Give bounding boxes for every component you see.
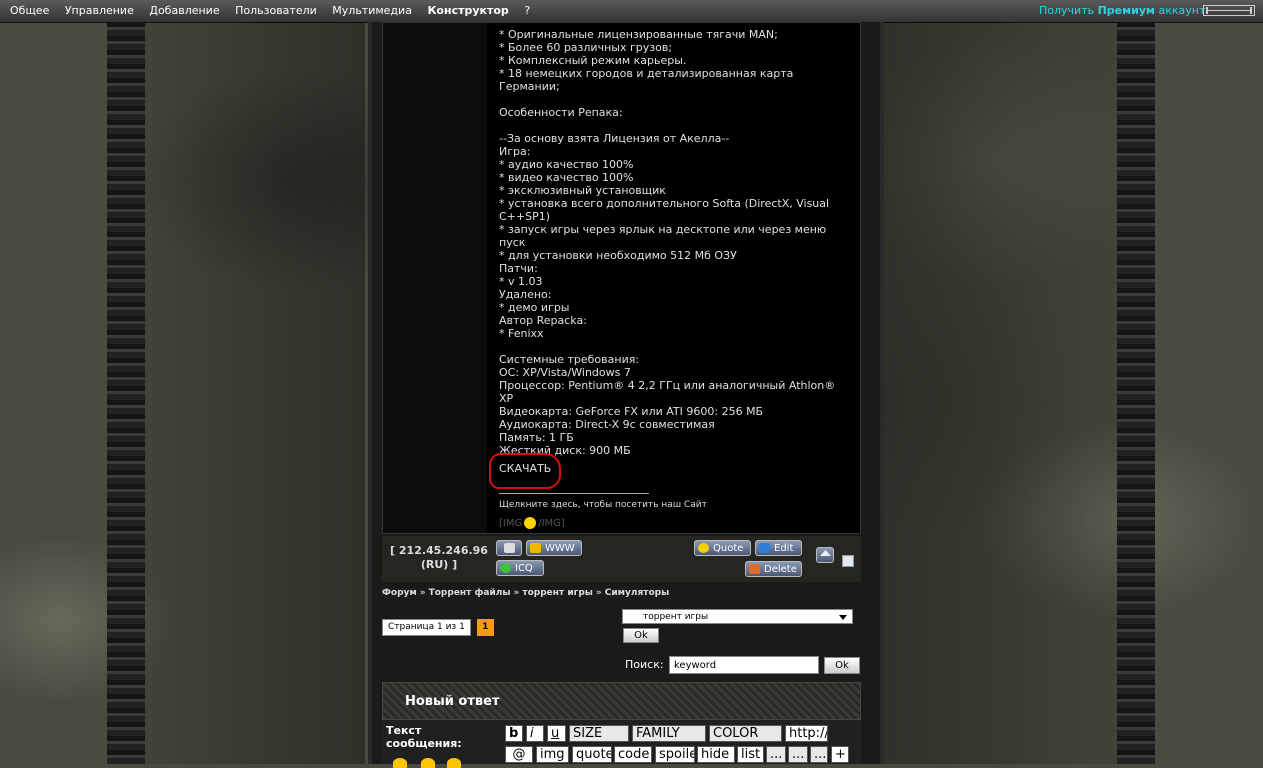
signature-link[interactable]: Щелкните здесь, чтобы посетить наш Сайт — [499, 500, 707, 510]
forum-post: * Оригинальные лицензированные тягачи MA… — [382, 22, 861, 534]
bbcode-spoiler-button[interactable]: spoiler — [655, 746, 695, 763]
bbcode-list-button[interactable]: list — [737, 746, 764, 763]
top-nav: Общее Управление Добавление Пользователи… — [4, 4, 536, 17]
premium-bold: Премиум — [1097, 4, 1155, 17]
bbcode-img-button[interactable]: img — [536, 746, 569, 763]
post-author-panel — [383, 23, 487, 533]
eraser-icon — [749, 564, 760, 574]
bbcode-quote-button[interactable]: quote — [572, 746, 612, 763]
icq-button[interactable]: ICQ — [496, 560, 544, 576]
profile-button[interactable] — [496, 540, 522, 556]
decor-shadow-left — [145, 22, 365, 764]
top-menu-bar: Общее Управление Добавление Пользователи… — [0, 0, 1263, 23]
bbcode-more-button-3[interactable]: ... — [810, 746, 828, 763]
smiley-icon — [524, 517, 537, 529]
crumb-torrent-games[interactable]: торрент игры — [522, 588, 593, 598]
bbcode-more-button-1[interactable]: ... — [766, 746, 786, 763]
scroll-top-button[interactable] — [816, 547, 834, 563]
bbcode-url-button[interactable]: http:// — [785, 725, 828, 742]
bbcode-email-button[interactable]: @ — [505, 746, 533, 763]
profile-icon — [504, 543, 515, 553]
nav-multimedia[interactable]: Мультимедиа — [332, 4, 412, 17]
img-close-tag: /IMG] — [538, 518, 565, 529]
delete-button[interactable]: Delete — [745, 561, 802, 577]
bbcode-family-select[interactable]: FAMILY — [632, 725, 706, 742]
nav-help[interactable]: ? — [524, 4, 530, 17]
select-post-checkbox[interactable] — [842, 555, 854, 567]
crumb-torrent-files[interactable]: Торрент файлы — [429, 588, 511, 598]
bbcode-bold-button[interactable]: b — [505, 725, 523, 742]
broken-img-tag: [IMG/IMG] — [499, 517, 565, 529]
bbcode-italic-button[interactable]: i — [526, 725, 544, 742]
edit-label: Edit — [774, 543, 794, 554]
search-ok-button[interactable]: Ok — [824, 657, 860, 674]
reply-header: Новый ответ — [382, 682, 861, 720]
forum-jump-ok-button[interactable]: Ok — [623, 628, 659, 643]
www-label: WWW — [545, 543, 575, 554]
annotation-circle — [489, 453, 561, 489]
bbcode-code-button[interactable]: code — [614, 746, 652, 763]
author-ip: [ 212.45.246.96 (RU) ] — [390, 544, 488, 571]
width-slider[interactable] — [1203, 5, 1255, 16]
nav-constructor[interactable]: Конструктор — [427, 4, 508, 17]
emoticon-icon[interactable] — [421, 758, 435, 768]
speech-bubble-icon — [698, 543, 709, 553]
bbcode-more-button-2[interactable]: ... — [788, 746, 808, 763]
nav-add[interactable]: Добавление — [149, 4, 219, 17]
delete-label: Delete — [764, 564, 797, 575]
signature-divider — [499, 493, 649, 494]
pager-current-page[interactable]: 1 — [476, 619, 494, 636]
post-text: * Оригинальные лицензированные тягачи MA… — [499, 28, 836, 457]
decor-rail-left — [107, 22, 145, 764]
premium-suffix: аккаунт — [1158, 4, 1206, 17]
crumb-forum[interactable]: Форум — [382, 588, 417, 598]
pencil-icon — [759, 543, 770, 553]
reply-title: Новый ответ — [405, 694, 500, 709]
img-open-tag: [IMG — [499, 518, 523, 529]
www-button[interactable]: WWW — [526, 540, 582, 556]
bbcode-underline-button[interactable]: u — [547, 725, 566, 742]
post-footer: [ 212.45.246.96 (RU) ] WWW ICQ Quote Edi… — [382, 536, 861, 582]
bbcode-hide-button[interactable]: hide — [697, 746, 735, 763]
search-input[interactable] — [669, 656, 819, 674]
premium-prefix: Получить — [1039, 4, 1095, 17]
pager-label: Страница 1 из 1 — [382, 619, 471, 636]
emoticon-icon[interactable] — [447, 758, 461, 768]
crumb-sep: » — [595, 588, 602, 598]
search-label: Поиск: — [625, 658, 664, 671]
crumb-simulators[interactable]: Симуляторы — [605, 588, 670, 598]
icq-flower-icon — [500, 563, 511, 573]
forum-jump-select[interactable]: торрент игры — [622, 609, 853, 624]
breadcrumb: Форум» Торрент файлы» торрент игры» Симулят… — [382, 588, 669, 598]
nav-general[interactable]: Общее — [10, 4, 49, 17]
icq-label: ICQ — [515, 563, 533, 574]
emoticon-icon[interactable] — [393, 758, 407, 768]
arrow-up-icon — [820, 550, 831, 556]
decor-rail-right — [1117, 22, 1155, 764]
premium-link[interactable]: Получить Премиум аккаунт — [1039, 4, 1205, 17]
decor-shadow-right — [880, 22, 1117, 764]
nav-management[interactable]: Управление — [65, 4, 134, 17]
house-icon — [530, 543, 541, 553]
nav-users[interactable]: Пользователи — [235, 4, 317, 17]
bbcode-color-select[interactable]: COLOR — [709, 725, 782, 742]
crumb-sep: » — [513, 588, 520, 598]
edit-button[interactable]: Edit — [755, 540, 802, 556]
crumb-sep: » — [419, 588, 426, 598]
bbcode-size-select[interactable]: SIZE — [569, 725, 629, 742]
quote-button[interactable]: Quote — [694, 540, 751, 556]
quote-label: Quote — [713, 543, 744, 554]
bbcode-add-button[interactable]: + — [831, 746, 849, 763]
pager: Страница 1 из 1 1 — [382, 619, 494, 636]
message-label: Текст сообщения: — [386, 724, 462, 750]
